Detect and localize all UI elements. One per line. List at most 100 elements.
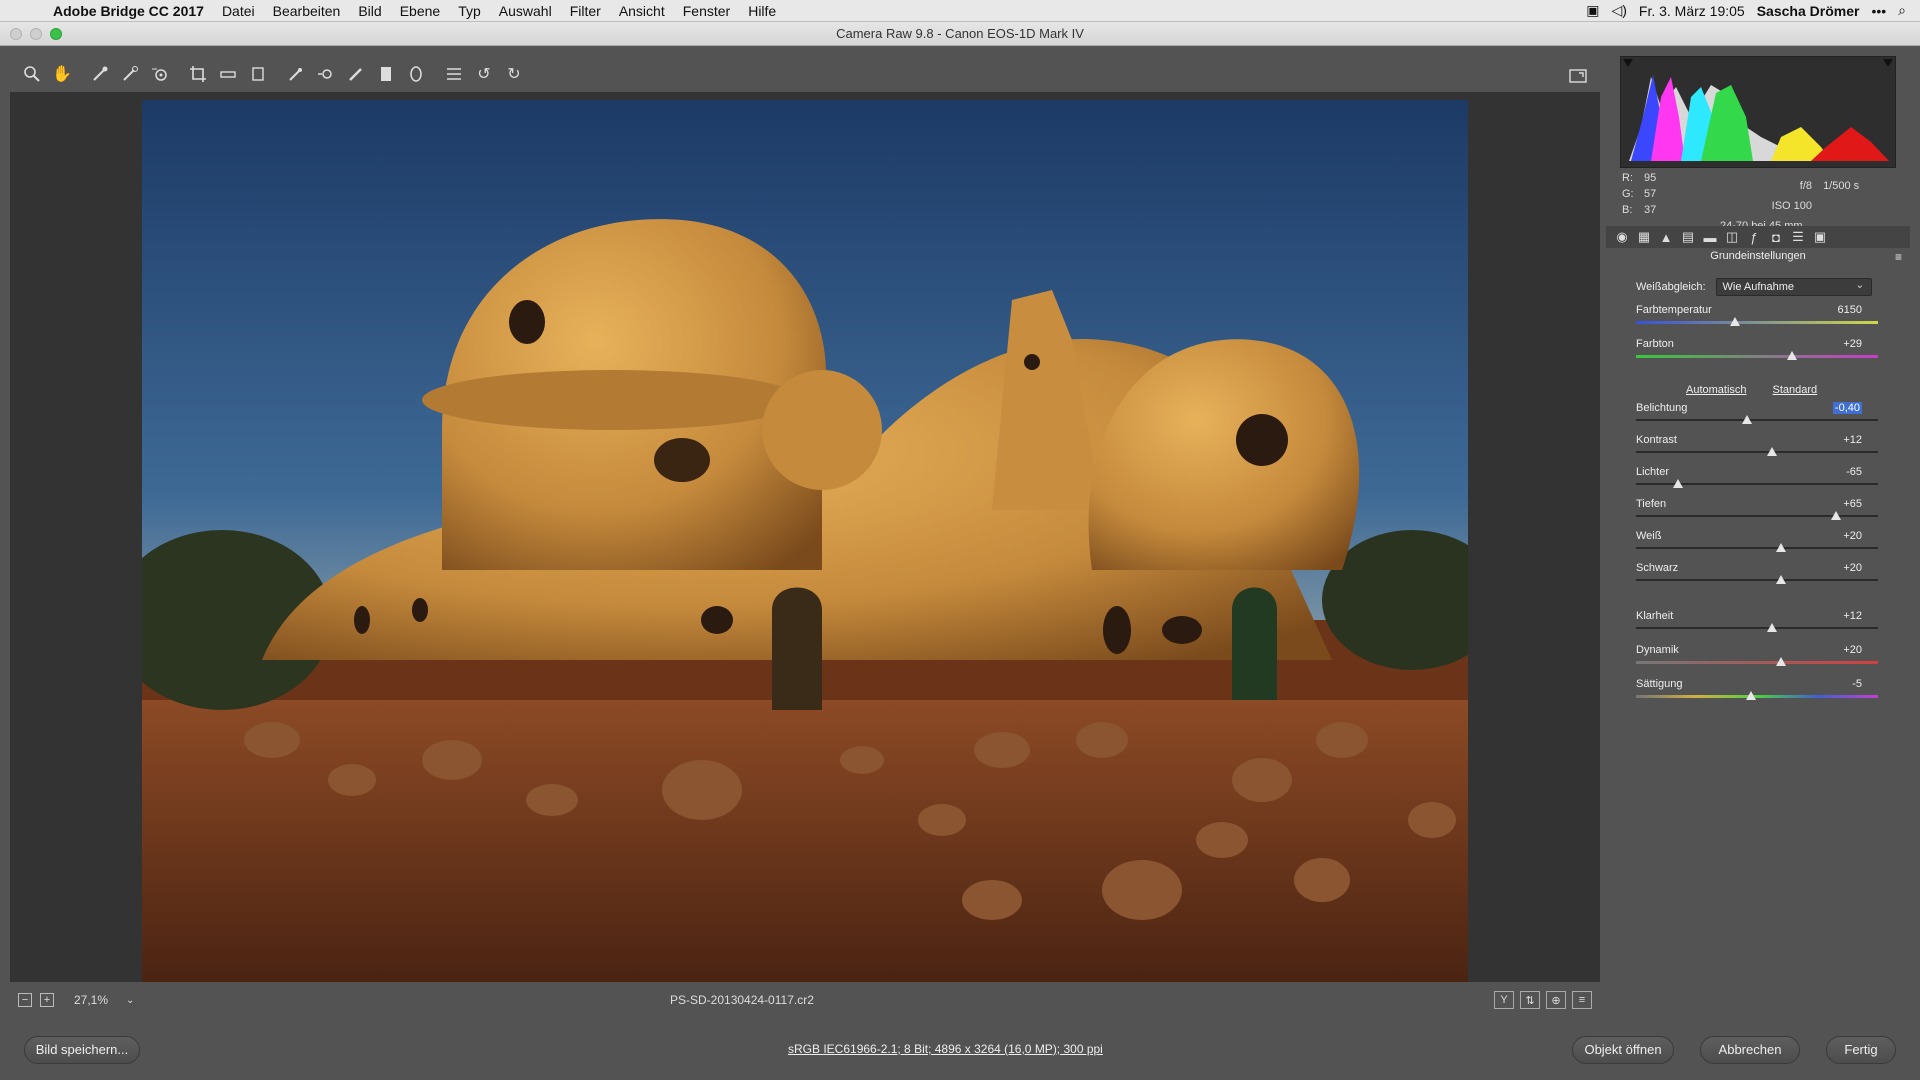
slider-value[interactable]: +20 xyxy=(1843,562,1862,574)
zoom-tool-icon[interactable] xyxy=(18,60,46,88)
slider-track[interactable] xyxy=(1636,451,1878,453)
slider-saturation[interactable]: Sättigung -5 xyxy=(1636,678,1878,704)
spotlight-search-icon[interactable]: ⌕ xyxy=(1898,2,1906,19)
tab-split-toning-icon[interactable]: ▬ xyxy=(1702,230,1718,245)
tab-camera-calibration-icon[interactable]: ◘ xyxy=(1768,230,1784,245)
tab-tone-curve-icon[interactable]: ▦ xyxy=(1636,229,1652,245)
spot-removal-tool-icon[interactable] xyxy=(282,60,310,88)
slider-highlights[interactable]: Lichter -65 xyxy=(1636,466,1878,492)
zoom-out-button[interactable]: − xyxy=(18,993,32,1007)
menu-bearbeiten[interactable]: Bearbeiten xyxy=(264,3,350,19)
fullscreen-toggle-icon[interactable] xyxy=(1564,62,1592,90)
rotate-left-icon[interactable]: ↺ xyxy=(470,60,498,88)
slider-value[interactable]: +12 xyxy=(1843,434,1862,446)
slider-value[interactable]: -0,40 xyxy=(1832,402,1862,414)
tab-snapshots-icon[interactable]: ▣ xyxy=(1812,229,1828,245)
slider-temperature[interactable]: Farbtemperatur 6150 xyxy=(1636,304,1878,330)
menu-fenster[interactable]: Fenster xyxy=(674,3,739,19)
toggle-settings-icon[interactable]: ≡ xyxy=(1572,991,1592,1009)
tab-lens-corrections-icon[interactable]: ◫ xyxy=(1724,229,1740,245)
menu-auswahl[interactable]: Auswahl xyxy=(490,3,561,19)
menu-bild[interactable]: Bild xyxy=(349,3,390,19)
slider-track[interactable] xyxy=(1636,419,1878,421)
white-balance-tool-icon[interactable] xyxy=(86,60,114,88)
slider-tint[interactable]: Farbton +29 xyxy=(1636,338,1878,364)
slider-track[interactable] xyxy=(1636,483,1878,485)
swap-settings-icon[interactable]: ⇅ xyxy=(1520,991,1540,1009)
close-window-button[interactable] xyxy=(10,28,22,40)
slider-value[interactable]: +20 xyxy=(1843,530,1862,542)
straighten-tool-icon[interactable] xyxy=(214,60,242,88)
volume-icon[interactable]: ◁) xyxy=(1611,2,1626,19)
white-balance-select[interactable]: Wie Aufnahme xyxy=(1715,277,1872,296)
slider-value[interactable]: 6150 xyxy=(1838,304,1862,316)
zoom-level[interactable]: 27,1% xyxy=(74,993,108,1007)
slider-contrast[interactable]: Kontrast +12 xyxy=(1636,434,1878,460)
photo-preview[interactable] xyxy=(142,100,1468,984)
slider-blacks[interactable]: Schwarz +20 xyxy=(1636,562,1878,588)
save-image-button[interactable]: Bild speichern... xyxy=(24,1036,140,1064)
slider-thumb[interactable] xyxy=(1776,543,1787,552)
more-icon[interactable]: ••• xyxy=(1871,3,1886,19)
slider-value[interactable]: -5 xyxy=(1852,678,1862,690)
slider-track[interactable] xyxy=(1636,695,1878,698)
slider-thumb[interactable] xyxy=(1776,657,1787,666)
color-sampler-tool-icon[interactable] xyxy=(116,60,144,88)
preferences-icon[interactable] xyxy=(440,60,468,88)
menu-datei[interactable]: Datei xyxy=(213,3,264,19)
slider-thumb[interactable] xyxy=(1830,511,1841,520)
radial-filter-icon[interactable] xyxy=(402,60,430,88)
targeted-adjustment-tool-icon[interactable] xyxy=(146,60,174,88)
open-object-button[interactable]: Objekt öffnen xyxy=(1572,1036,1674,1064)
tab-presets-icon[interactable]: ☰ xyxy=(1790,229,1806,245)
before-after-view-icon[interactable]: Y xyxy=(1494,991,1514,1009)
zoom-dropdown-icon[interactable]: ⌄ xyxy=(126,995,134,1006)
camera-status-icon[interactable]: ▣ xyxy=(1586,2,1599,19)
slider-thumb[interactable] xyxy=(1776,575,1787,584)
zoom-window-button[interactable] xyxy=(50,28,62,40)
crop-tool-icon[interactable] xyxy=(184,60,212,88)
done-button[interactable]: Fertig xyxy=(1826,1036,1896,1064)
user-name[interactable]: Sascha Drömer xyxy=(1757,3,1860,19)
menu-hilfe[interactable]: Hilfe xyxy=(739,3,785,19)
tab-hsl-icon[interactable]: ▤ xyxy=(1680,229,1696,245)
slider-vibrance[interactable]: Dynamik +20 xyxy=(1636,644,1878,670)
red-eye-tool-icon[interactable] xyxy=(312,60,340,88)
slider-thumb[interactable] xyxy=(1730,317,1741,326)
rotate-right-icon[interactable]: ↻ xyxy=(500,60,528,88)
menu-filter[interactable]: Filter xyxy=(561,3,610,19)
slider-value[interactable]: +29 xyxy=(1843,338,1862,350)
zoom-in-button[interactable]: + xyxy=(40,993,54,1007)
tab-detail-icon[interactable]: ▲ xyxy=(1658,230,1674,245)
minimize-window-button[interactable] xyxy=(30,28,42,40)
slider-whites[interactable]: Weiß +20 xyxy=(1636,530,1878,556)
clock[interactable]: Fr. 3. März 19:05 xyxy=(1639,3,1745,19)
copy-settings-icon[interactable]: ⊕ xyxy=(1546,991,1566,1009)
adjustment-brush-icon[interactable] xyxy=(342,60,370,88)
slider-thumb[interactable] xyxy=(1766,623,1777,632)
slider-thumb[interactable] xyxy=(1787,351,1798,360)
hand-tool-icon[interactable]: ✋ xyxy=(48,60,76,88)
slider-thumb[interactable] xyxy=(1745,691,1756,700)
workflow-options-link[interactable]: sRGB IEC61966-2.1; 8 Bit; 4896 x 3264 (1… xyxy=(788,1042,1103,1056)
tab-effects-icon[interactable]: ƒ xyxy=(1746,230,1762,245)
slider-exposure[interactable]: Belichtung -0,40 xyxy=(1636,402,1878,428)
slider-track[interactable] xyxy=(1636,321,1878,324)
default-link[interactable]: Standard xyxy=(1773,384,1818,396)
slider-thumb[interactable] xyxy=(1742,415,1753,424)
graduated-filter-icon[interactable] xyxy=(372,60,400,88)
transform-tool-icon[interactable] xyxy=(244,60,272,88)
menu-ebene[interactable]: Ebene xyxy=(391,3,449,19)
slider-thumb[interactable] xyxy=(1673,479,1684,488)
slider-track[interactable] xyxy=(1636,515,1878,517)
slider-shadows[interactable]: Tiefen +65 xyxy=(1636,498,1878,524)
slider-track[interactable] xyxy=(1636,355,1878,358)
slider-value[interactable]: +12 xyxy=(1843,610,1862,622)
slider-value[interactable]: +20 xyxy=(1843,644,1862,656)
slider-track[interactable] xyxy=(1636,661,1878,664)
auto-link[interactable]: Automatisch xyxy=(1686,384,1747,396)
slider-clarity[interactable]: Klarheit +12 xyxy=(1636,610,1878,636)
slider-thumb[interactable] xyxy=(1766,447,1777,456)
menu-typ[interactable]: Typ xyxy=(449,3,490,19)
slider-track[interactable] xyxy=(1636,579,1878,581)
